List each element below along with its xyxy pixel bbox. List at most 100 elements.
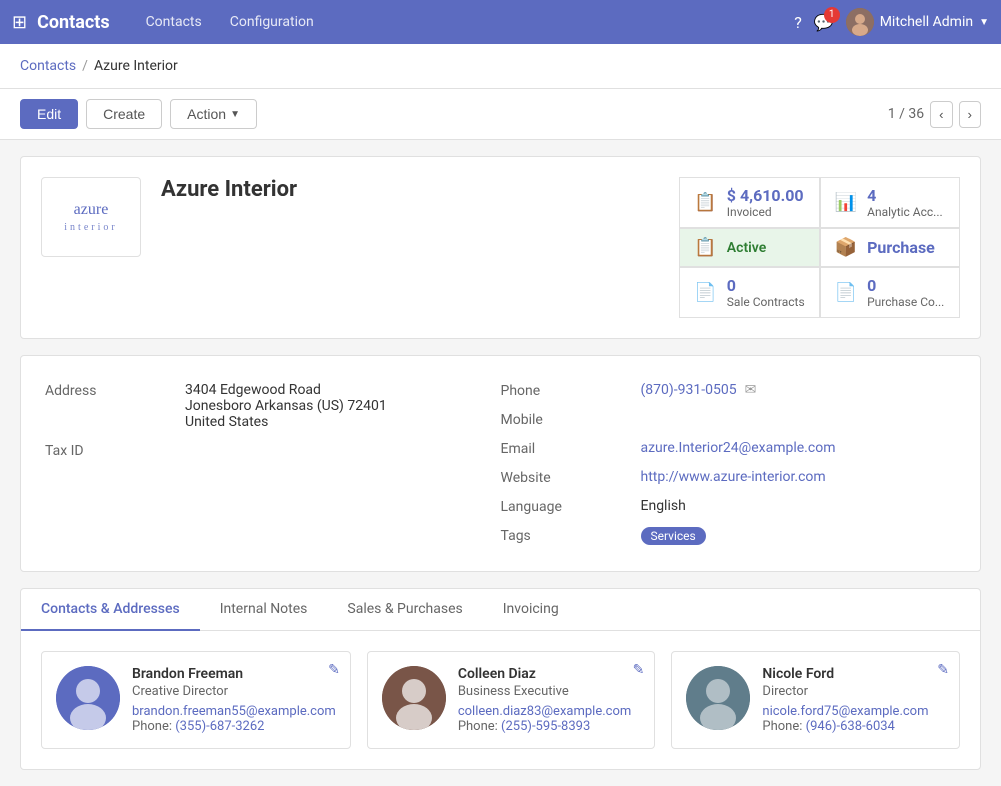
breadcrumb-separator: / xyxy=(82,58,88,74)
action-button[interactable]: Action ▼ xyxy=(170,99,257,129)
company-logo: azure interior xyxy=(41,177,141,257)
analytic-label: Analytic Acc... xyxy=(867,205,943,219)
tag-services[interactable]: Services xyxy=(641,527,706,545)
main-content: azure interior Azure Interior 📋 $ 4,610.… xyxy=(0,140,1001,786)
phone-label: Phone xyxy=(501,382,641,399)
tabs-header: Contacts & Addresses Internal Notes Sale… xyxy=(21,589,980,631)
status-icon: 📋 xyxy=(694,237,716,258)
sale-contracts-icon: 📄 xyxy=(694,282,716,303)
address-row: Address 3404 Edgewood Road Jonesboro Ark… xyxy=(45,376,501,436)
action-chevron-icon: ▼ xyxy=(230,109,240,120)
stat-sale-contracts[interactable]: 📄 0 Sale Contracts xyxy=(679,267,819,318)
website-value: http://www.azure-interior.com xyxy=(641,469,826,485)
language-row: Language English xyxy=(501,492,957,521)
nav-configuration[interactable]: Configuration xyxy=(218,8,326,36)
breadcrumb-current: Azure Interior xyxy=(94,58,178,74)
purchase-contracts-label: Purchase Co... xyxy=(867,295,944,309)
details-section: Address 3404 Edgewood Road Jonesboro Ark… xyxy=(20,355,981,572)
nav-contacts[interactable]: Contacts xyxy=(134,8,214,36)
contact-phone-2: Phone: (946)-638-6034 xyxy=(762,719,928,734)
user-menu[interactable]: Mitchell Admin ▼ xyxy=(846,8,989,36)
record-card: azure interior Azure Interior 📋 $ 4,610.… xyxy=(20,156,981,339)
address-line1: 3404 Edgewood Road xyxy=(185,382,387,398)
contact-phone-link-0[interactable]: (355)-687-3262 xyxy=(175,719,264,734)
breadcrumb-parent[interactable]: Contacts xyxy=(20,58,76,74)
logo-line2: interior xyxy=(64,221,117,234)
email-link[interactable]: azure.Interior24@example.com xyxy=(641,440,836,456)
contact-role-1: Business Executive xyxy=(458,684,631,699)
contact-phone-0: Phone: (355)-687-3262 xyxy=(132,719,336,734)
prev-record-button[interactable]: ‹ xyxy=(930,101,952,128)
tab-invoicing[interactable]: Invoicing xyxy=(483,589,579,631)
website-link[interactable]: http://www.azure-interior.com xyxy=(641,469,826,485)
purchase-contracts-icon: 📄 xyxy=(835,282,857,303)
contact-phone-1: Phone: (255)-595-8393 xyxy=(458,719,631,734)
help-icon[interactable]: ? xyxy=(794,13,802,32)
tab-internal-notes[interactable]: Internal Notes xyxy=(200,589,328,631)
contact-phone-link-1[interactable]: (255)-595-8393 xyxy=(501,719,590,734)
phone-value: (870)-931-0505 ✉ xyxy=(641,382,757,398)
tags-row: Tags Services xyxy=(501,521,957,551)
nav-links: Contacts Configuration xyxy=(134,8,795,36)
tax-id-row: Tax ID xyxy=(45,436,501,465)
sale-contracts-label: Sale Contracts xyxy=(727,295,805,309)
app-title: Contacts xyxy=(37,12,109,33)
contact-email-2[interactable]: nicole.ford75@example.com xyxy=(762,704,928,719)
tax-id-label: Tax ID xyxy=(45,442,185,459)
tab-sales-purchases[interactable]: Sales & Purchases xyxy=(327,589,482,631)
contacts-grid: Brandon Freeman Creative Director brando… xyxy=(41,651,960,749)
grid-icon[interactable]: ⊞ xyxy=(12,12,27,33)
tabs-content: Brandon Freeman Creative Director brando… xyxy=(21,631,980,769)
language-label: Language xyxy=(501,498,641,515)
address-label: Address xyxy=(45,382,185,399)
send-email-icon[interactable]: ✉ xyxy=(745,382,757,398)
contact-avatar-0 xyxy=(56,666,120,730)
purchase-contracts-count: 0 xyxy=(867,276,944,295)
tabs-section: Contacts & Addresses Internal Notes Sale… xyxy=(20,588,981,770)
address-value: 3404 Edgewood Road Jonesboro Arkansas (U… xyxy=(185,382,387,430)
stat-purchase-contracts[interactable]: 📄 0 Purchase Co... xyxy=(820,267,960,318)
website-row: Website http://www.azure-interior.com xyxy=(501,463,957,492)
status-value: Active xyxy=(727,240,766,256)
phone-link[interactable]: (870)-931-0505 xyxy=(641,382,737,398)
contact-phone-link-2[interactable]: (946)-638-6034 xyxy=(806,719,895,734)
contact-avatar-2 xyxy=(686,666,750,730)
action-label: Action xyxy=(187,106,226,122)
email-label: Email xyxy=(501,440,641,457)
messages-icon[interactable]: 💬 1 xyxy=(814,13,834,32)
contact-avatar-1 xyxy=(382,666,446,730)
phone-row: Phone (870)-931-0505 ✉ xyxy=(501,376,957,405)
nav-right: ? 💬 1 Mitchell Admin ▼ xyxy=(794,8,989,36)
analytic-count: 4 xyxy=(867,186,943,205)
contact-role-2: Director xyxy=(762,684,928,699)
next-record-button[interactable]: › xyxy=(959,101,981,128)
record-main: Azure Interior xyxy=(161,177,659,206)
contact-email-0[interactable]: brandon.freeman55@example.com xyxy=(132,704,336,719)
stat-analytic[interactable]: 📊 4 Analytic Acc... xyxy=(820,177,960,228)
logo-line1: azure xyxy=(64,200,117,221)
tab-contacts-addresses[interactable]: Contacts & Addresses xyxy=(21,589,200,631)
invoice-icon: 📋 xyxy=(694,192,716,213)
contact-name-2: Nicole Ford xyxy=(762,666,928,682)
edit-button[interactable]: Edit xyxy=(20,99,78,129)
create-button[interactable]: Create xyxy=(86,99,162,129)
contact-edit-icon-0[interactable]: ✎ xyxy=(328,662,340,678)
stat-purchase[interactable]: 📦 Purchase xyxy=(820,228,960,267)
mobile-label: Mobile xyxy=(501,411,641,428)
invoiced-label: Invoiced xyxy=(727,205,804,219)
top-nav: ⊞ Contacts Contacts Configuration ? 💬 1 … xyxy=(0,0,1001,44)
contact-info-2: Nicole Ford Director nicole.ford75@examp… xyxy=(762,666,928,734)
contact-edit-icon-2[interactable]: ✎ xyxy=(937,662,949,678)
analytic-icon: 📊 xyxy=(835,192,857,213)
stat-invoiced[interactable]: 📋 $ 4,610.00 Invoiced xyxy=(679,177,819,228)
stat-status[interactable]: 📋 Active xyxy=(679,228,819,267)
toolbar: Edit Create Action ▼ 1 / 36 ‹ › xyxy=(0,89,1001,140)
record-title: Azure Interior xyxy=(161,177,659,202)
user-avatar xyxy=(846,8,874,36)
message-badge: 1 xyxy=(824,7,840,23)
contact-email-1[interactable]: colleen.diaz83@example.com xyxy=(458,704,631,719)
purchase-icon: 📦 xyxy=(835,237,857,258)
breadcrumb: Contacts / Azure Interior xyxy=(0,44,1001,89)
contact-name-0: Brandon Freeman xyxy=(132,666,336,682)
contact-edit-icon-1[interactable]: ✎ xyxy=(633,662,645,678)
